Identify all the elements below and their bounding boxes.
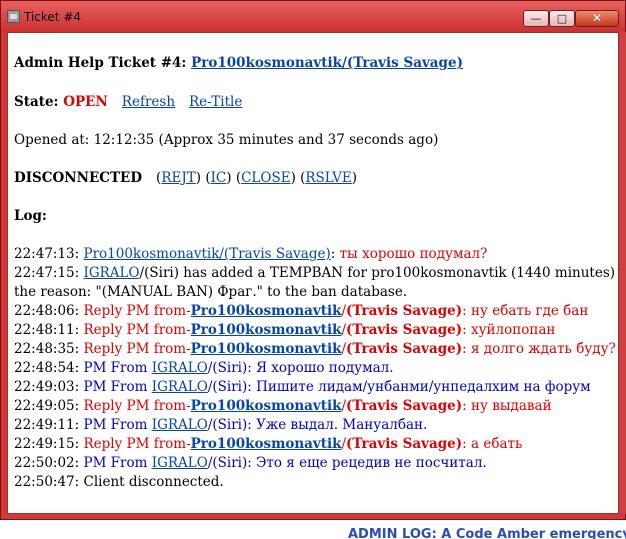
log-time: 22:48:54: [14,360,84,376]
player-name: (Travis Savage) [346,322,463,338]
log-message: /(Siri) has added a TEMPBAN for pro100ko… [139,265,626,281]
admin-link[interactable]: IGRALO [83,265,139,281]
log-message: я долго ждать буду? [470,341,616,357]
log-time: 22:49:05: [14,398,84,414]
log-prefix: Reply PM from- [83,322,191,338]
admin-link[interactable]: IGRALO [152,455,208,471]
log-prefix: Reply PM from- [83,436,191,452]
log-entry: 22:48:54: PM From IGRALO/(Siri): Я хорош… [14,359,394,378]
player-name: (Travis Savage) [346,436,463,452]
background-admin-log[interactable]: ADMIN LOG: A Code Amber emergency [348,527,626,539]
resolve-link[interactable]: RSLVE [305,170,351,186]
player-link[interactable]: Pro100kosmonavtik [191,436,342,452]
log-time: 22:48:35: [14,341,84,357]
opened-at: Opened at: 12:12:35 (Approx 35 minutes a… [14,132,439,148]
state-value: OPEN [63,94,108,110]
log-prefix: PM From [83,360,152,376]
log-message: ну ебать где бан [470,303,589,319]
log-message: /(Siri): Пишите лидам/унбанми/унпедалхим… [207,379,591,395]
retitle-link[interactable]: Re-Title [189,94,242,110]
log-time: 22:48:11: [14,322,84,338]
log-entry: 22:48:11: Reply PM from-Pro100kosmonavti… [14,321,555,340]
player-name: (Travis Savage) [346,398,463,414]
paren: ) ( [226,170,242,186]
log-entry: 22:49:05: Reply PM from-Pro100kosmonavti… [14,397,552,416]
admin-link[interactable]: IGRALO [152,360,208,376]
log-sep: : [330,246,340,262]
ticket-header: Admin Help Ticket #4: Pro100kosmonavtik/… [14,54,463,73]
log-entry-continued: the reason: "(MANUAL BAN) Фраг." to the … [14,284,408,300]
log-entry: 22:47:15: IGRALO/(Siri) has added a TEMP… [14,264,626,283]
log-prefix: Reply PM from- [83,398,191,414]
player-link[interactable]: Pro100kosmonavtik [191,398,342,414]
ic-link[interactable]: IC [211,170,227,186]
log-sep: : [462,398,471,414]
log-entry: 22:49:03: PM From IGRALO/(Siri): Пишите … [14,378,591,397]
player-name: (Travis Savage) [346,341,463,357]
log-time: 22:50:47: [14,474,84,490]
state-label: State: [14,94,64,110]
log-message: Client disconnected. [83,474,224,490]
log-message: ты хорошо подумал? [339,246,488,262]
refresh-link[interactable]: Refresh [122,94,175,110]
log-message: ну выдавай [470,398,552,414]
window-right-border [620,32,626,514]
log-message: а ебать [470,436,523,452]
player-link[interactable]: Pro100kosmonavtik/(Travis Savage) [83,246,330,262]
log-time: 22:48:06: [14,303,84,319]
log-heading: Log: [14,208,47,224]
log-prefix: PM From [83,417,152,433]
paren: ) ( [195,170,211,186]
log-time: 22:47:15: [14,265,84,281]
log-entry: 22:49:15: Reply PM from-Pro100kosmonavti… [14,435,522,454]
state-row: State: OPEN Refresh Re-Title [14,93,242,112]
paren: ) [351,170,358,186]
log-message: /(Siri): Я хорошо подумал. [207,360,394,376]
ticket-window: Ticket #4 — □ ✕ Admin Help Ticket #4: Pr… [0,0,626,520]
player-link[interactable]: Pro100kosmonavtik [191,341,342,357]
log-time: 22:49:15: [14,436,84,452]
log-prefix: Reply PM from- [83,303,191,319]
maximize-button[interactable]: □ [549,10,575,27]
connection-status: DISCONNECTED [14,170,143,186]
log-entry: 22:48:35: Reply PM from-Pro100kosmonavti… [14,340,616,359]
player-name: (Travis Savage) [346,303,463,319]
log-message: /(Siri): Уже выдал. Мануалбан. [207,417,428,433]
log-sep: : [462,303,471,319]
log-time: 22:49:03: [14,379,84,395]
player-link[interactable]: Pro100kosmonavtik [191,303,342,319]
log-entry: 22:50:47: Client disconnected. [14,473,224,492]
log-time: 22:47:13: [14,246,84,262]
log-sep: : [462,322,471,338]
player-link[interactable]: Pro100kosmonavtik/(Travis Savage) [191,55,463,71]
log-message: /(Siri): Это я еще рецедив не посчитал. [207,455,487,471]
ticket-header-label: Admin Help Ticket #4: [14,55,192,71]
window-title: Ticket #4 [24,10,82,24]
paren: ) ( [290,170,306,186]
close-window-button[interactable]: ✕ [575,10,619,27]
log-sep: : [462,341,471,357]
log-entry: 22:47:13: Pro100kosmonavtik/(Travis Sava… [14,245,487,264]
log-prefix: PM From [83,455,152,471]
log-entry: 22:50:02: PM From IGRALO/(Siri): Это я е… [14,454,487,473]
log-entry: 22:49:11: PM From IGRALO/(Siri): Уже выд… [14,416,427,435]
log-prefix: Reply PM from- [83,341,191,357]
title-bar[interactable]: Ticket #4 — □ ✕ [1,1,625,32]
log-entry: 22:48:06: Reply PM from-Pro100kosmonavti… [14,302,588,321]
log-prefix: PM From [83,379,152,395]
admin-link[interactable]: IGRALO [152,417,208,433]
admin-link[interactable]: IGRALO [152,379,208,395]
player-link[interactable]: Pro100kosmonavtik [191,322,342,338]
ticket-content: Admin Help Ticket #4: Pro100kosmonavtik/… [7,32,626,514]
reject-link[interactable]: REJT [161,170,195,186]
close-ticket-link[interactable]: CLOSE [241,170,290,186]
actions-row: DISCONNECTED (REJT) (IC) (CLOSE) (RSLVE) [14,169,357,188]
app-window-icon [7,10,20,23]
log-sep: : [462,436,471,452]
log-message: хуйлопопан [470,322,556,338]
log-time: 22:50:02: [14,455,84,471]
log-time: 22:49:11: [14,417,84,433]
minimize-button[interactable]: — [523,10,549,27]
